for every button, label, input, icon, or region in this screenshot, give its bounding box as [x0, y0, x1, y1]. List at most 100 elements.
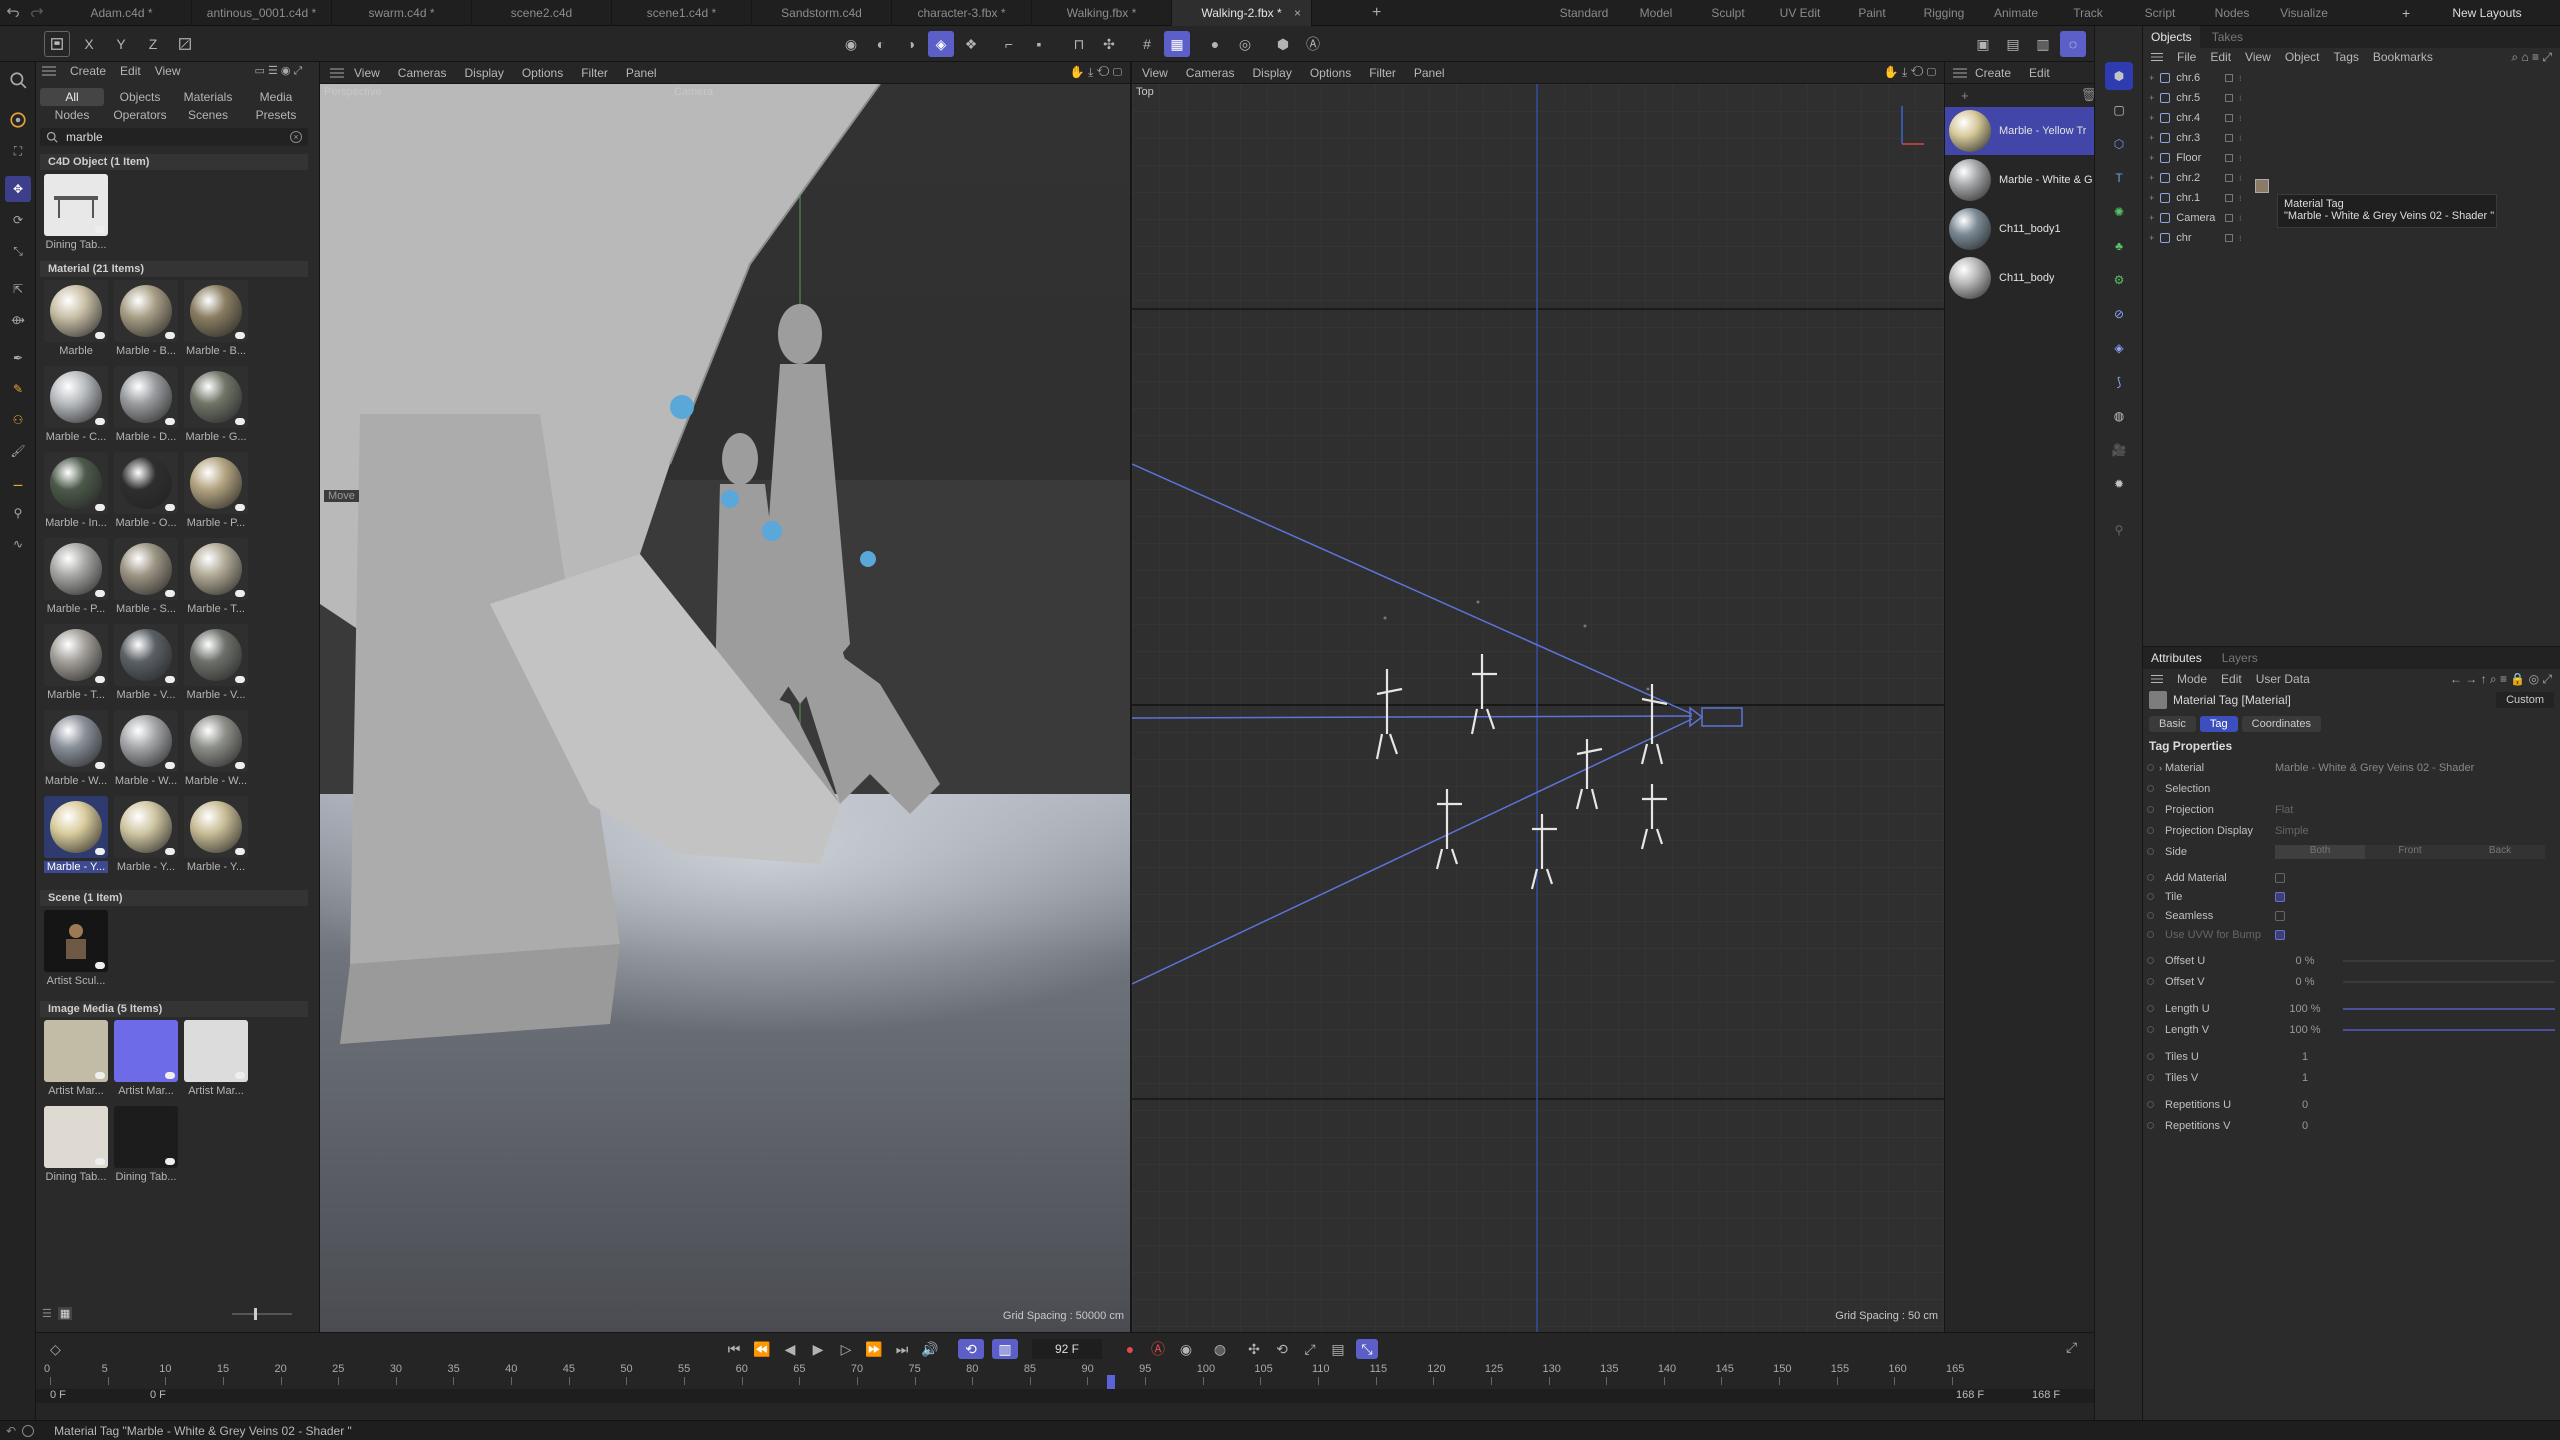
redo-icon[interactable] [30, 5, 44, 19]
asset-thumbnail[interactable]: Artist Mar... [44, 1020, 108, 1097]
property-row[interactable]: Selection [2143, 778, 2560, 799]
top-viewport[interactable]: View Cameras Display Options Filter Pane… [1130, 62, 1944, 1332]
vp2-menu-cameras[interactable]: Cameras [1186, 66, 1235, 80]
generator-icon[interactable]: ✺ [2105, 198, 2133, 226]
expand-icon[interactable]: + [2149, 93, 2154, 103]
property-row[interactable]: Tiles V 1 [2143, 1067, 2560, 1088]
animate-dot-icon[interactable] [2147, 1053, 2154, 1060]
visibility-dots[interactable]: ⁝ [2239, 114, 2242, 123]
primitive-object-icon[interactable]: ⬡ [2105, 130, 2133, 158]
asset-thumbnail[interactable]: Marble - V... [114, 624, 178, 701]
animate-dot-icon[interactable] [2147, 1101, 2154, 1108]
om-menu-view[interactable]: View [2245, 50, 2271, 64]
property-row[interactable]: Repetitions U 0 [2143, 1094, 2560, 1115]
vp-menu-view[interactable]: View [354, 66, 380, 80]
animate-dot-icon[interactable] [2147, 1005, 2154, 1012]
checkbox[interactable] [2275, 929, 2285, 940]
property-row[interactable]: Projection Flat [2143, 799, 2560, 820]
om-menu-bookmarks[interactable]: Bookmarks [2373, 50, 2433, 64]
side-option[interactable]: Back [2455, 845, 2545, 859]
animate-dot-icon[interactable] [2147, 893, 2154, 900]
layout-paint[interactable]: Paint [1836, 0, 1908, 26]
filter-objects[interactable]: Objects [108, 88, 172, 106]
mat-menu-create[interactable]: Create [1975, 66, 2011, 80]
subtab-coordinates[interactable]: Coordinates [2241, 716, 2321, 732]
value-slider[interactable] [2343, 1007, 2555, 1010]
numeric-field[interactable]: 1 [2275, 1051, 2335, 1063]
scale-tool-icon[interactable]: ⤡ [5, 238, 31, 264]
checkbox[interactable] [2275, 910, 2285, 921]
select-tool-icon[interactable]: ⛶ [5, 138, 31, 164]
numeric-field[interactable]: 0 [2275, 1099, 2335, 1111]
tag-icon[interactable]: ⚲ [2105, 516, 2133, 544]
asset-thumbnail[interactable]: Marble - Y... [184, 796, 248, 873]
property-row[interactable]: Add Material [2143, 868, 2560, 887]
layout-icon[interactable]: ▭ ☰ ◉ ⤢ [255, 64, 303, 78]
viewport-nav-icons[interactable]: ✋ ⤓ ⟲ ▢ [1884, 65, 1936, 80]
document-tab[interactable]: antinous_0001.c4d * [192, 0, 332, 26]
light-object-icon[interactable]: ✹ [2105, 470, 2133, 498]
asset-thumbnail[interactable]: Artist Mar... [184, 1020, 248, 1097]
keyframe-icon[interactable]: ◇ [50, 1341, 61, 1358]
animate-dot-icon[interactable] [2147, 1122, 2154, 1129]
numeric-field[interactable]: 100 % [2275, 1024, 2335, 1036]
document-tab[interactable]: character-3.fbx * [892, 0, 1032, 26]
numeric-field[interactable]: 0 [2275, 1120, 2335, 1132]
texture-mode-button[interactable]: ▪ [1026, 31, 1052, 57]
section-image-media[interactable]: Image Media (5 Items) [40, 1001, 308, 1017]
visibility-dots[interactable]: ⁝ [2239, 194, 2242, 203]
key-selection-icon[interactable]: ◉ [1176, 1339, 1196, 1359]
go-to-start-icon[interactable]: ⏮ [724, 1339, 744, 1359]
document-tab[interactable]: Adam.c4d * [52, 0, 192, 26]
value-slider[interactable] [2343, 959, 2555, 962]
layer-swatch[interactable] [2225, 94, 2233, 102]
viewport-hamburger-icon[interactable] [330, 68, 344, 78]
section-scene[interactable]: Scene (1 Item) [40, 890, 308, 906]
key-pla-icon[interactable]: ▤ [1328, 1339, 1348, 1359]
list-view-icon[interactable]: ☰ [42, 1307, 52, 1320]
lasso-tool-icon[interactable]: ∿ [5, 531, 31, 557]
animate-dot-icon[interactable] [2147, 1074, 2154, 1081]
asset-thumbnail[interactable]: Marble [44, 280, 108, 357]
grid-view-icon[interactable]: ▦ [57, 1307, 73, 1320]
document-tab[interactable]: Walking-2.fbx * × [1172, 0, 1312, 26]
property-value[interactable]: Flat [2275, 804, 2293, 816]
expand-icon[interactable]: + [2149, 233, 2154, 243]
hamburger-icon[interactable] [42, 66, 56, 76]
filter-all[interactable]: All [40, 88, 104, 106]
vp-menu-cameras[interactable]: Cameras [398, 66, 447, 80]
tab-layers[interactable]: Layers [2210, 651, 2270, 665]
asset-thumbnail[interactable]: Marble - S... [114, 538, 178, 615]
animate-dot-icon[interactable] [2147, 827, 2154, 834]
asset-thumbnail[interactable]: Dining Tab... [44, 1106, 108, 1183]
animate-dot-icon[interactable] [2147, 978, 2154, 985]
asset-thumbnail[interactable]: Marble - D... [114, 366, 178, 443]
plane-object-icon[interactable]: ▢ [2105, 96, 2133, 124]
filter-presets[interactable]: Presets [244, 106, 308, 124]
property-row[interactable]: Seamless [2143, 906, 2560, 925]
field-icon[interactable]: ◈ [2105, 334, 2133, 362]
property-row[interactable]: Repetitions V 0 [2143, 1115, 2560, 1136]
sound-icon[interactable]: 🔊 [920, 1339, 940, 1359]
om-toolbar-icons[interactable]: ⌕ ⌂ ≡ ⤢ [2511, 50, 2552, 65]
asset-thumbnail[interactable]: Marble - P... [184, 452, 248, 529]
next-frame-icon[interactable]: ▷ [836, 1339, 856, 1359]
object-name[interactable]: chr.1 [2176, 192, 2200, 204]
tab-attributes[interactable]: Attributes [2143, 647, 2210, 669]
expand-icon[interactable]: + [2149, 113, 2154, 123]
om-menu-edit[interactable]: Edit [2210, 50, 2231, 64]
animate-dot-icon[interactable] [2147, 912, 2154, 919]
numeric-field[interactable]: 0 % [2275, 976, 2335, 988]
end-frame[interactable]: 168 F [2032, 1389, 2060, 1401]
document-tab[interactable]: Walking.fbx * [1032, 0, 1172, 26]
property-row[interactable]: Offset V 0 % [2143, 971, 2560, 992]
close-tab-icon[interactable]: × [1294, 6, 1301, 20]
y-axis-lock-button[interactable]: Y [108, 31, 134, 57]
paint-tool-icon[interactable]: ⚇ [5, 407, 31, 433]
layout-track[interactable]: Track [2052, 0, 2124, 26]
tab-takes[interactable]: Takes [2200, 30, 2255, 44]
visibility-dots[interactable]: ⁝ [2239, 94, 2242, 103]
filter-media[interactable]: Media [244, 88, 308, 106]
object-row[interactable]: + Floor ⁝ [2143, 148, 2560, 168]
layout-rigging[interactable]: Rigging [1908, 0, 1980, 26]
